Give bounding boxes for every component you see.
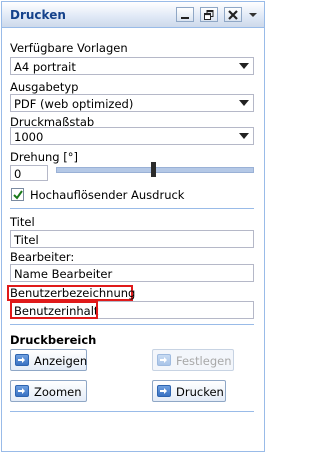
- panel-header: Drucken: [2, 2, 264, 28]
- ausgabetyp-combo[interactable]: PDF (web optimized): [10, 94, 254, 112]
- massstab-combo[interactable]: 1000: [10, 127, 254, 145]
- benutzer-value-highlight: [10, 301, 98, 319]
- drehung-slider-thumb[interactable]: [151, 162, 157, 177]
- festlegen-label: Festlegen: [176, 354, 232, 368]
- dropdown-arrow-icon: [239, 133, 249, 139]
- arrow-right-icon: [15, 385, 29, 397]
- hochaufloesend-checkbox[interactable]: [11, 188, 24, 201]
- anzeigen-button[interactable]: Anzeigen: [10, 349, 87, 371]
- ausgabetyp-value: PDF (web optimized): [14, 97, 134, 111]
- titel-input[interactable]: Titel: [10, 230, 254, 248]
- drucken-label: Drucken: [176, 385, 224, 399]
- close-button[interactable]: [224, 7, 242, 22]
- arrow-right-icon: [157, 354, 171, 366]
- arrow-right-icon: [15, 354, 29, 366]
- vorlagen-label: Verfügbare Vorlagen: [10, 41, 128, 55]
- drucken-button[interactable]: Drucken: [152, 380, 226, 402]
- chevron-down-icon: [249, 13, 257, 17]
- dropdown-arrow-icon: [239, 100, 249, 106]
- anzeigen-label: Anzeigen: [34, 354, 88, 368]
- print-panel: Drucken Verfügbare Vorlagen A4 portrait …: [1, 1, 265, 452]
- bearbeiter-input[interactable]: Name Bearbeiter: [10, 264, 254, 282]
- minimize-icon: [181, 16, 189, 19]
- panel-title: Drucken: [10, 8, 66, 22]
- titel-label: Titel: [10, 215, 35, 229]
- festlegen-button[interactable]: Festlegen: [152, 349, 234, 371]
- zoomen-button[interactable]: Zoomen: [10, 380, 87, 402]
- drehung-label: Drehung [°]: [10, 150, 78, 164]
- arrow-right-icon: [157, 385, 171, 397]
- bearbeiter-value: Name Bearbeiter: [14, 267, 113, 281]
- close-icon: [228, 9, 238, 20]
- bearbeiter-label: Bearbeiter:: [10, 250, 75, 264]
- benutzer-label: Benutzerbezeichnung: [10, 286, 136, 300]
- titel-value: Titel: [14, 233, 39, 247]
- panel-menu-button[interactable]: [249, 9, 257, 22]
- hochaufloesend-label: Hochauflösender Ausdruck: [30, 188, 185, 202]
- drehung-input[interactable]: 0: [10, 165, 48, 181]
- drehung-value: 0: [14, 167, 22, 181]
- druckbereich-title: Druckbereich: [10, 333, 97, 347]
- zoomen-label: Zoomen: [34, 385, 82, 399]
- vorlagen-value: A4 portrait: [14, 60, 76, 74]
- checkmark-icon: [13, 190, 23, 200]
- divider: [10, 324, 254, 325]
- minimize-button[interactable]: [176, 7, 194, 22]
- vorlagen-combo[interactable]: A4 portrait: [10, 57, 254, 75]
- ausgabetyp-label: Ausgabetyp: [10, 80, 79, 94]
- divider: [10, 208, 254, 209]
- restore-icon: [204, 9, 214, 20]
- massstab-value: 1000: [14, 130, 44, 144]
- restore-button[interactable]: [200, 7, 218, 22]
- dropdown-arrow-icon: [239, 63, 249, 69]
- divider: [10, 411, 254, 412]
